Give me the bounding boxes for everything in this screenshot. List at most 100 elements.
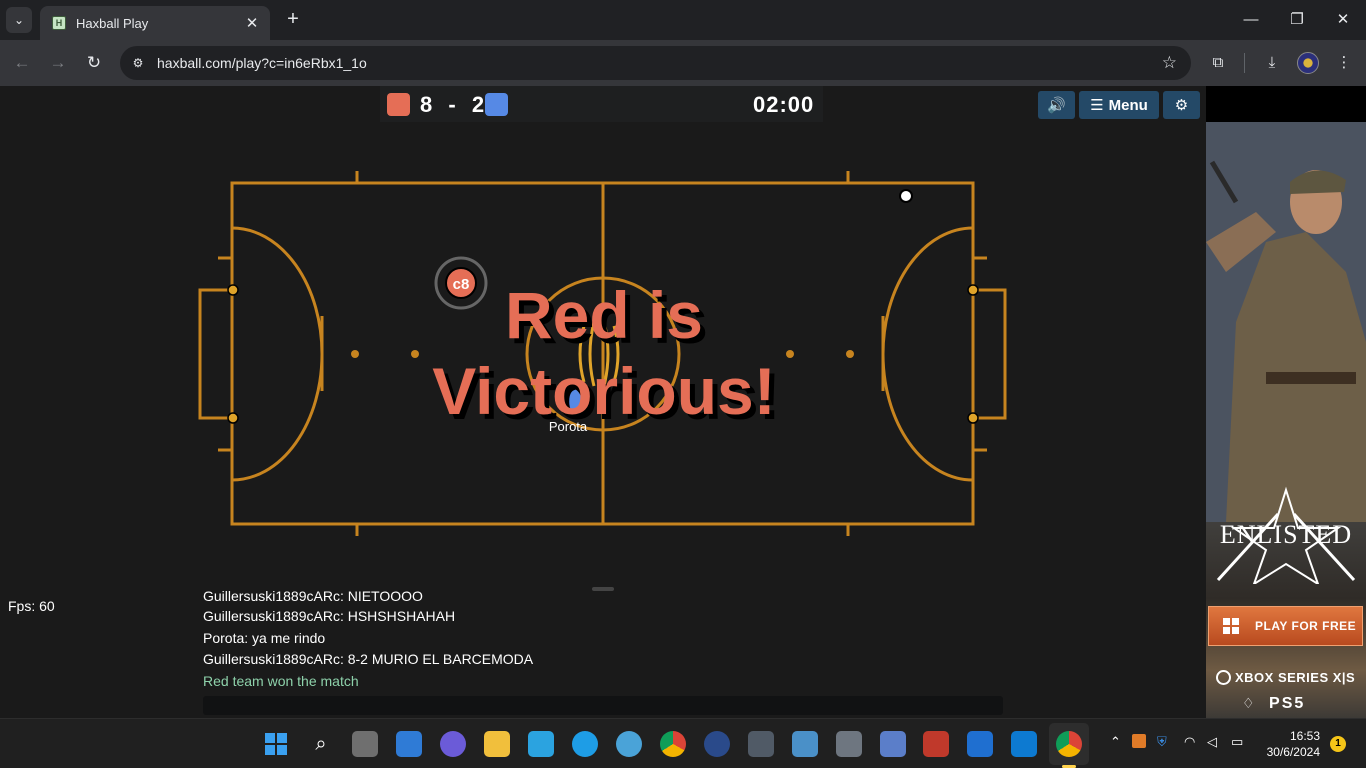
chevron-up-icon[interactable]: ⌃ — [1110, 734, 1121, 750]
xbox-platform: XBOX SERIES X|S — [1216, 670, 1355, 685]
player-avatar-text: c8 — [453, 276, 470, 293]
browser-toolbar: ← → ↻ ⚙ haxball.com/play?c=in6eRbx1_1o ☆… — [0, 40, 1366, 86]
match-timer: 02:00 — [753, 92, 815, 117]
chat-message: Guillersuski1889cARc: HSHSHSHAHAH — [203, 608, 456, 624]
left-goal-post-top — [227, 284, 239, 296]
haxball-favicon-icon: H — [52, 16, 66, 30]
right-goal — [973, 288, 1007, 420]
browser-tab-bar: ⌄ H Haxball Play ✕ + — ❐ ✕ — [0, 0, 1366, 40]
reload-button[interactable]: ↻ — [82, 51, 106, 75]
back-button[interactable]: ← — [10, 51, 34, 75]
blue-team-indicator — [485, 93, 508, 116]
wifi-icon[interactable]: ◠ — [1184, 734, 1195, 750]
menu-label: Menu — [1108, 96, 1148, 114]
playstation-icon: ♢ — [1242, 695, 1257, 711]
tab-search-button[interactable]: ⌄ — [6, 7, 32, 33]
red-score: 8 — [420, 92, 435, 117]
tab-haxball[interactable]: H Haxball Play ✕ — [40, 6, 270, 40]
windows-start-icon — [265, 733, 287, 755]
monitor-icon[interactable] — [792, 731, 818, 757]
xbox-icon — [1216, 670, 1231, 685]
sound-button[interactable]: 🔊 — [1038, 91, 1075, 119]
restore-button[interactable]: ❐ — [1282, 8, 1312, 32]
widgets-icon[interactable] — [396, 731, 422, 757]
url-text[interactable]: haxball.com/play?c=in6eRbx1_1o — [157, 55, 1162, 71]
chat-message: Guillersuski1889cARc: NIETOOOO — [203, 588, 423, 604]
play-for-free-button[interactable]: PLAY FOR FREE — [1208, 606, 1363, 646]
app-tray-icon[interactable] — [1132, 734, 1146, 748]
extensions-icon[interactable]: ⧉ — [1206, 51, 1230, 75]
settings-button[interactable]: ⚙ — [1163, 91, 1200, 119]
close-window-button[interactable]: ✕ — [1328, 8, 1358, 32]
ball — [899, 189, 913, 203]
victory-line2: Victorious! — [432, 354, 776, 428]
clock-time: 16:53 — [1289, 729, 1320, 743]
left-goal — [198, 288, 232, 420]
minimize-button[interactable]: — — [1236, 8, 1266, 32]
battery-icon[interactable]: ▭ — [1231, 734, 1243, 750]
fps-counter: Fps: 60 — [8, 598, 55, 614]
download-icon[interactable]: ⤓ — [1260, 51, 1284, 75]
close-tab-icon[interactable]: ✕ — [244, 14, 260, 32]
chat-input[interactable] — [203, 696, 1003, 715]
store-icon[interactable] — [967, 731, 993, 757]
app-icon[interactable] — [704, 731, 730, 757]
scoreboard: 8 - 2 02:00 — [380, 86, 823, 122]
volume-icon[interactable]: ◁ — [1207, 734, 1217, 750]
calculator-icon[interactable] — [748, 731, 774, 757]
bookmark-star-icon[interactable]: ☆ — [1162, 53, 1177, 73]
left-penalty-arc — [231, 226, 324, 482]
document-icon[interactable] — [880, 731, 906, 757]
game-view[interactable]: c8 Porota Red is Victorious! Red is Vict… — [0, 86, 1206, 718]
windows-icon — [1223, 618, 1239, 634]
ps5-label: PS5 — [1269, 695, 1306, 712]
notification-badge[interactable]: 1 — [1330, 736, 1346, 752]
windows-taskbar: ⌕ ⌃ ⛨ ◠ ◁ ▭ 16:53 30/6/2024 1 — [0, 718, 1366, 768]
ad-top-strip — [1206, 86, 1366, 122]
new-tab-button[interactable]: + — [282, 8, 304, 30]
toolbar-divider — [1244, 53, 1245, 73]
soldier-illustration — [1206, 122, 1366, 522]
speaker-icon: 🔊 — [1047, 97, 1066, 114]
left-goal-post-bottom — [227, 412, 239, 424]
play-for-free-label: PLAY FOR FREE — [1255, 619, 1357, 633]
victory-message: Red is Victorious! Red is Victorious! — [432, 278, 781, 433]
ad-brand: ENLISTED — [1219, 520, 1353, 549]
more-options-icon[interactable]: ⋮ — [1332, 51, 1356, 75]
chat-app-icon[interactable] — [440, 731, 466, 757]
notepad-icon[interactable] — [528, 731, 554, 757]
chat-log: Guillersuski1889cARc: NIETOOOO Guillersu… — [203, 586, 1003, 692]
enlisted-ad-banner[interactable]: ENLISTED PLAY FOR FREE XBOX SERIES X|S ♢… — [1206, 122, 1366, 718]
chrome-icon[interactable] — [660, 731, 686, 757]
task-view-icon[interactable] — [352, 731, 378, 757]
menu-button[interactable]: ☰ Menu — [1079, 91, 1159, 119]
edge-icon[interactable] — [572, 731, 598, 757]
shield-icon[interactable]: ⛨ — [1157, 734, 1167, 750]
site-settings-icon[interactable]: ⚙ — [128, 53, 148, 73]
chevron-down-icon: ⌄ — [13, 13, 25, 27]
vscode-icon[interactable] — [1011, 731, 1037, 757]
search-icon[interactable]: ⌕ — [308, 731, 334, 757]
forward-button[interactable]: → — [46, 51, 70, 75]
file-explorer-icon[interactable] — [484, 731, 510, 757]
ps5-platform: ♢ PS5 — [1242, 695, 1305, 713]
camera-icon[interactable] — [836, 731, 862, 757]
system-clock[interactable]: 16:53 30/6/2024 — [1262, 728, 1320, 760]
chat-system-message: Red team won the match — [203, 672, 359, 689]
profile-avatar[interactable] — [1297, 52, 1319, 74]
address-bar[interactable]: ⚙ haxball.com/play?c=in6eRbx1_1o ☆ — [120, 46, 1191, 80]
blue-score: 2 — [471, 92, 487, 117]
start-button[interactable] — [263, 731, 289, 757]
right-goal-post-bottom — [967, 412, 979, 424]
chrome-active-icon[interactable] — [1056, 731, 1082, 757]
chat-message: Porota: ya me rindo — [203, 629, 326, 646]
tab-title: Haxball Play — [76, 15, 149, 31]
right-penalty-arc — [881, 226, 974, 482]
clock-date: 30/6/2024 — [1266, 745, 1320, 759]
victory-line1: Red is — [505, 278, 703, 352]
hamburger-icon: ☰ — [1090, 97, 1104, 114]
maps-icon[interactable] — [616, 731, 642, 757]
snipping-tool-icon[interactable] — [923, 731, 949, 757]
right-goal-post-top — [967, 284, 979, 296]
soccer-field: c8 Porota Red is Victorious! Red is Vict… — [198, 171, 1007, 536]
